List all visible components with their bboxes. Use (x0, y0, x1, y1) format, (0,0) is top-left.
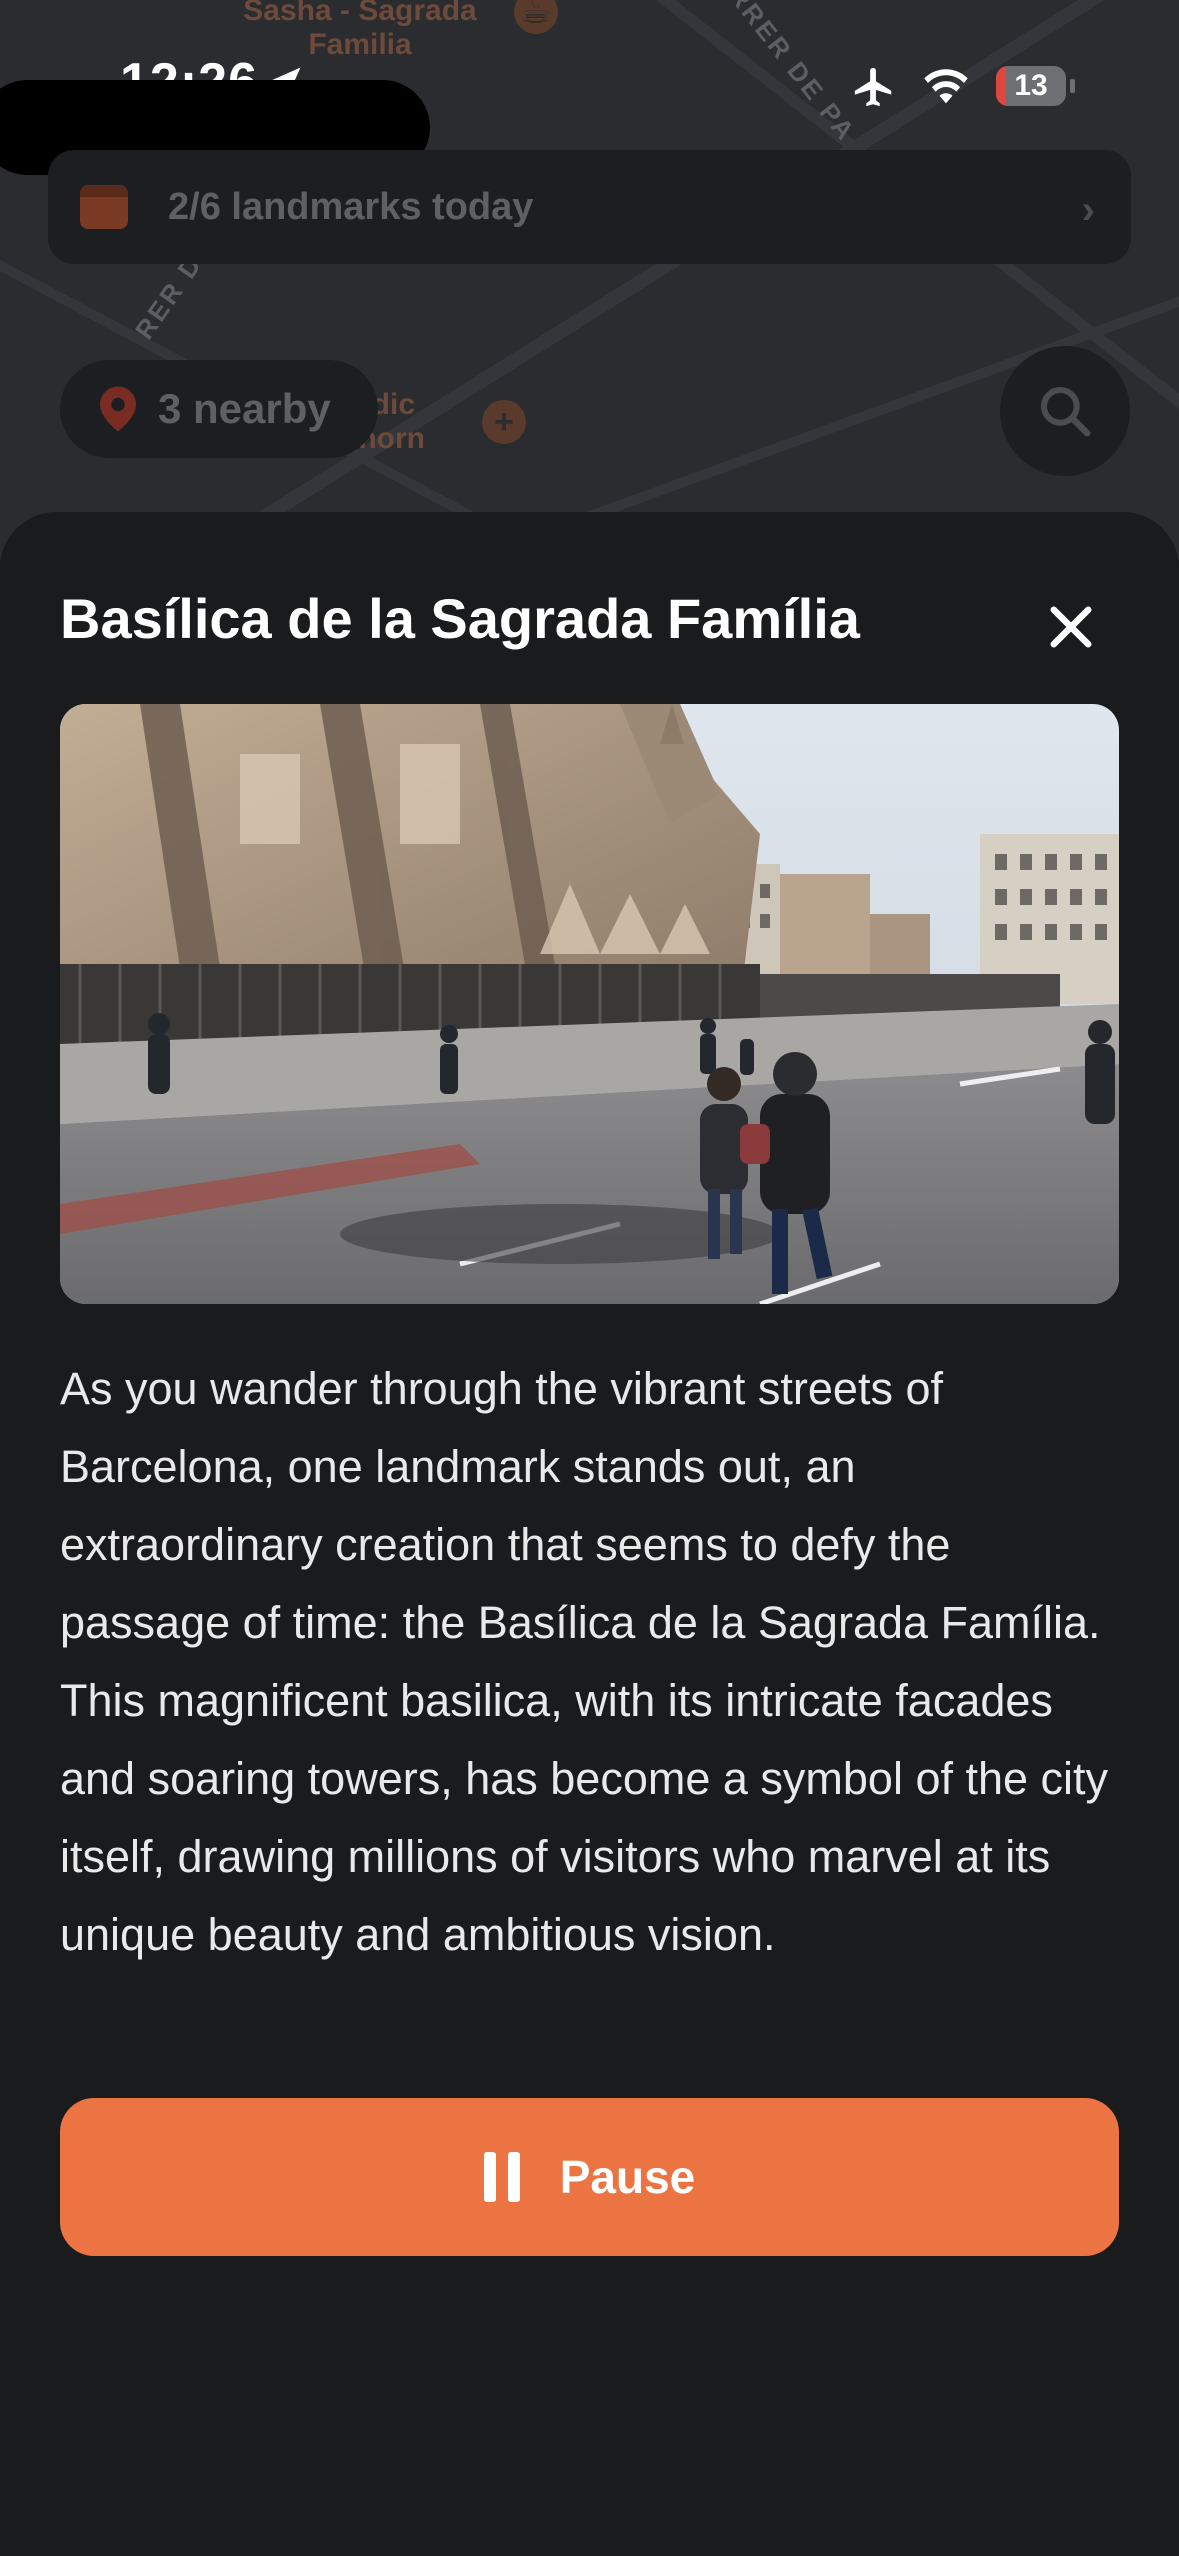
landmark-title: Basílica de la Sagrada Família (60, 587, 860, 650)
airplane-icon (854, 67, 892, 107)
nearby-label: 3 nearby (158, 385, 331, 432)
close-button[interactable] (1038, 594, 1104, 660)
wifi-icon (924, 69, 968, 104)
landmark-description: As you wander through the vibrant street… (60, 1363, 1109, 1960)
search-button[interactable] (1000, 346, 1130, 476)
landmark-photo (60, 704, 1119, 1304)
landmark-detail-sheet: Basílica de la Sagrada Família As you wa… (0, 512, 1179, 2556)
battery-level: 13 (1014, 69, 1048, 102)
battery-icon: 13 (996, 66, 1066, 106)
pause-button[interactable]: Pause (60, 2098, 1119, 2256)
map-pin-icon (100, 386, 136, 432)
calendar-icon (80, 185, 128, 229)
landmarks-progress-banner[interactable]: 2/6 landmarks today › (48, 150, 1131, 264)
close-icon (1050, 606, 1092, 648)
pause-label: Pause (559, 2151, 696, 2203)
pause-icon (483, 2152, 520, 2202)
search-icon (1040, 386, 1091, 437)
chevron-right-icon: › (1081, 188, 1095, 232)
medical-plus-icon[interactable]: + (482, 400, 526, 444)
landmarks-progress-label: 2/6 landmarks today (168, 185, 534, 228)
nearby-button[interactable]: 3 nearby (60, 360, 378, 458)
battery-cap (1070, 79, 1075, 93)
